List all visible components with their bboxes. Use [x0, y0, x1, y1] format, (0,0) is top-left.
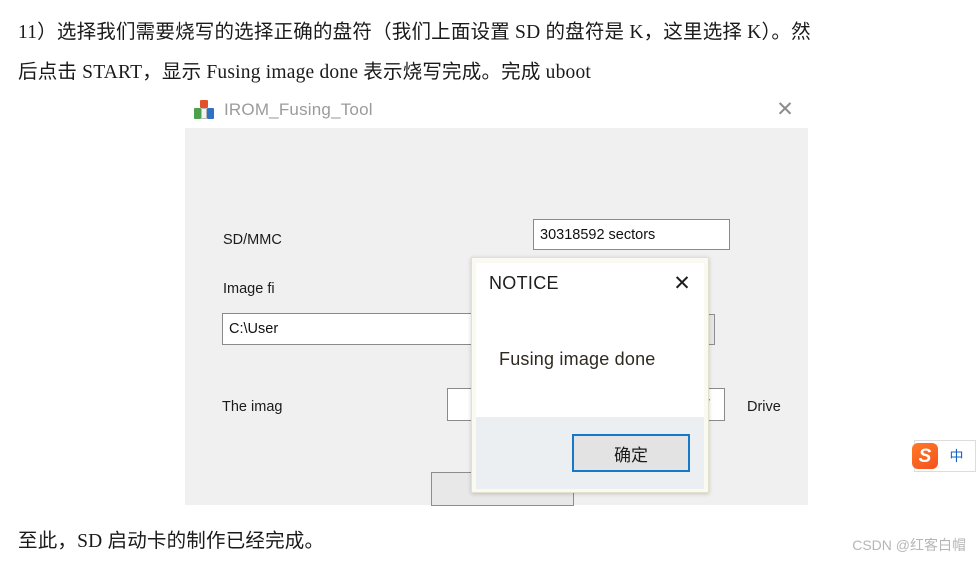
notice-dialog-message: Fusing image done: [499, 349, 656, 369]
sogou-ime-badge[interactable]: S 中: [912, 440, 976, 472]
notice-dialog-close-icon[interactable]: ✕: [667, 269, 697, 297]
notice-dialog-title: NOTICE: [489, 273, 559, 293]
sogou-logo-icon: S: [912, 443, 938, 469]
document-paragraph-line-1: 11）选择我们需要烧写的选择正确的盘符（我们上面设置 SD 的盘符是 K，这里选…: [18, 22, 811, 43]
app-blocks-icon: [194, 99, 214, 120]
sdmmc-label: SD/MMC: [223, 232, 282, 248]
image-file-label: Image fi: [223, 281, 275, 297]
notice-dialog-body: NOTICE ✕ Fusing image done 确定: [476, 263, 704, 489]
irom-fusing-tool-window: IROM_Fusing_Tool ✕ SD/MMC 30318592 secto…: [185, 91, 808, 506]
window-title: IROM_Fusing_Tool: [224, 99, 373, 119]
drive-label: Drive: [747, 399, 781, 415]
notice-dialog-footer: 确定: [476, 417, 704, 489]
notice-dialog: NOTICE ✕ Fusing image done 确定: [471, 257, 709, 493]
csdn-watermark: CSDN @红客白帽: [852, 537, 966, 553]
window-close-icon[interactable]: ✕: [762, 91, 808, 128]
document-paragraph-line-2: 后点击 START，显示 Fusing image done 表示烧写完成。完成…: [18, 62, 592, 83]
window-titlebar: IROM_Fusing_Tool ✕: [185, 91, 808, 128]
document-closing-line: 至此，SD 启动卡的制作已经完成。: [18, 531, 325, 552]
sdmmc-sectors-field[interactable]: 30318592 sectors: [533, 219, 730, 250]
the-image-label: The imag: [222, 399, 283, 415]
notice-dialog-ok-button[interactable]: 确定: [572, 434, 690, 472]
ime-mode-indicator[interactable]: 中: [938, 446, 975, 466]
